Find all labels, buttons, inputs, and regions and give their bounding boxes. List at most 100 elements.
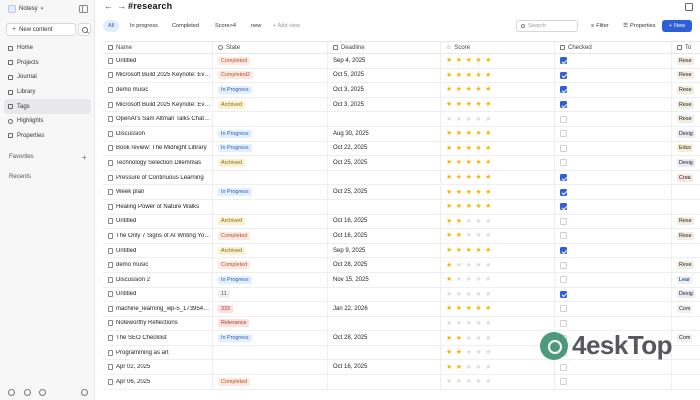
sidebar-item-library[interactable]: Library (4, 85, 91, 100)
star-rating[interactable]: ★ ★ ★ ★ ★ (446, 276, 491, 283)
name-cell[interactable]: The Only 7 Signs of AI Writing You N... (103, 229, 213, 243)
star-icon[interactable]: ★ (466, 349, 472, 356)
checkbox[interactable] (560, 290, 567, 298)
star-icon[interactable]: ★ (485, 86, 491, 93)
column-header-tags[interactable]: To (672, 42, 700, 53)
tag-cell[interactable]: Rese (672, 98, 700, 112)
star-icon[interactable]: ★ (466, 364, 472, 371)
star-rating[interactable]: ★ ★ ★ ★ ★ (446, 174, 491, 181)
name-cell[interactable]: Microsoft Build 2025 Keynote: Everyt... (103, 97, 213, 112)
star-icon[interactable]: ★ (446, 101, 452, 108)
score-cell[interactable]: ★ ★ ★ ★ ★ (441, 331, 555, 345)
star-icon[interactable]: ★ (466, 232, 472, 239)
star-icon[interactable]: ★ (475, 189, 481, 196)
column-header-name[interactable]: Name (103, 42, 213, 53)
star-icon[interactable]: ★ (446, 378, 452, 385)
star-icon[interactable]: ★ (466, 57, 472, 64)
star-icon[interactable]: ★ (485, 218, 491, 225)
star-icon[interactable]: ★ (446, 203, 452, 210)
tab-all[interactable]: All (103, 20, 120, 32)
state-cell[interactable]: Archived (213, 156, 328, 170)
table-row[interactable]: Discussion In Progress Aug 30, 2025 ★ ★ ★ ★ ★ De… (103, 126, 700, 142)
star-icon[interactable]: ★ (475, 72, 481, 79)
tag-cell[interactable]: Lear (672, 273, 700, 287)
score-cell[interactable]: ★ ★ ★ ★ ★ (441, 287, 555, 302)
star-icon[interactable]: ★ (475, 101, 481, 108)
table-row[interactable]: demo music Completed Oct 28, 2025 ★ ★ ★ ★ ★ Rese (103, 258, 700, 273)
deadline-cell[interactable] (328, 112, 441, 126)
name-cell[interactable]: Untitled (103, 214, 213, 229)
tab-in-progress[interactable]: In progress (125, 20, 163, 32)
table-row[interactable]: Book review: The Midnight Library In Prog… (103, 141, 700, 157)
tag-cell[interactable] (672, 375, 700, 389)
star-rating[interactable]: ★ ★ ★ ★ ★ (446, 130, 491, 137)
name-cell[interactable]: Apr 06, 2025 (103, 375, 213, 389)
star-rating[interactable]: ★ ★ ★ ★ ★ (446, 101, 491, 108)
name-cell[interactable]: Healing Power of Nature Walks (103, 199, 213, 214)
checkbox[interactable] (560, 305, 567, 313)
properties-button[interactable]: ☰ Properties (619, 20, 660, 32)
star-icon[interactable]: ★ (485, 101, 491, 108)
star-icon[interactable]: ★ (485, 232, 491, 239)
tab-new[interactable]: new (246, 20, 266, 32)
star-icon[interactable]: ★ (446, 262, 452, 269)
star-icon[interactable]: ★ (456, 189, 462, 196)
sidebar-search-button[interactable] (78, 23, 91, 36)
back-arrow-icon[interactable]: ← (104, 1, 113, 11)
tag-cell[interactable] (672, 244, 700, 258)
state-cell[interactable]: In Progress (213, 272, 328, 287)
deadline-cell[interactable]: Oct 25, 2025 (328, 156, 441, 170)
name-cell[interactable]: Apr 02, 2025 (103, 360, 213, 375)
checkbox[interactable] (560, 363, 567, 371)
deadline-cell[interactable]: Oct 28, 2025 (328, 258, 441, 272)
star-icon[interactable]: ★ (485, 378, 491, 385)
star-icon[interactable]: ★ (475, 218, 481, 225)
name-cell[interactable]: demo music (103, 258, 213, 272)
checkbox[interactable] (560, 130, 567, 138)
star-icon[interactable]: ★ (456, 101, 462, 108)
info-icon[interactable] (81, 389, 88, 396)
star-icon[interactable]: ★ (446, 86, 452, 93)
score-cell[interactable]: ★ ★ ★ ★ ★ (441, 68, 555, 83)
table-row[interactable]: OpenAI's Sam Altman Talks ChatGP... ★ ★ ★ ★ ★… (103, 112, 700, 127)
star-rating[interactable]: ★ ★ ★ ★ ★ (446, 116, 491, 123)
star-icon[interactable]: ★ (456, 203, 462, 210)
state-cell[interactable]: Completed2 (213, 68, 328, 83)
star-icon[interactable]: ★ (446, 218, 452, 225)
table-row[interactable]: Untitled 11 ★ ★ ★ ★ ★ Desig (103, 287, 700, 303)
star-icon[interactable]: ★ (475, 335, 481, 342)
state-cell[interactable] (213, 345, 328, 360)
table-row[interactable]: Microsoft Build 2025 Keynote: Everyt... C… (103, 68, 700, 84)
star-icon[interactable]: ★ (485, 276, 491, 283)
state-cell[interactable]: In Progress (213, 331, 328, 345)
state-cell[interactable]: In Progress (213, 83, 328, 97)
star-icon[interactable]: ★ (475, 174, 481, 181)
star-icon[interactable]: ★ (456, 320, 462, 327)
star-icon[interactable]: ★ (466, 145, 472, 152)
sidebar-item-properties[interactable]: Properties (4, 129, 91, 144)
star-icon[interactable]: ★ (485, 247, 491, 254)
table-row[interactable]: Discussion 2 In Progress Nov 15, 2025 ★ ★ ★ ★ ★… (103, 272, 700, 288)
table-row[interactable]: Untitled Archived Oct 16, 2025 ★ ★ ★ ★ ★ Rese (103, 214, 700, 230)
checkbox[interactable] (560, 71, 567, 79)
state-cell[interactable]: 11 (213, 287, 328, 302)
star-icon[interactable]: ★ (485, 145, 491, 152)
search-input[interactable]: Search (516, 20, 578, 32)
deadline-cell[interactable] (328, 316, 441, 331)
name-cell[interactable]: Untitled (103, 243, 213, 258)
favorites-heading[interactable]: Favorites (9, 154, 34, 160)
deadline-cell[interactable]: Nov 15, 2025 (328, 272, 441, 287)
tag-cell[interactable]: Desig (672, 288, 700, 302)
help-icon[interactable] (24, 389, 31, 396)
tag-cell[interactable]: Com (672, 302, 700, 316)
checkbox[interactable] (560, 188, 567, 196)
star-rating[interactable]: ★ ★ ★ ★ ★ (446, 189, 491, 196)
star-icon[interactable]: ★ (475, 262, 481, 269)
checkbox[interactable] (560, 144, 567, 152)
score-cell[interactable]: ★ ★ ★ ★ ★ (441, 126, 555, 141)
star-icon[interactable]: ★ (475, 57, 481, 64)
column-header-deadline[interactable]: Deadline (328, 42, 441, 53)
name-cell[interactable]: Week plan (103, 185, 213, 199)
sidebar-item-tags[interactable]: Tags (4, 99, 91, 114)
star-icon[interactable]: ★ (475, 305, 481, 312)
